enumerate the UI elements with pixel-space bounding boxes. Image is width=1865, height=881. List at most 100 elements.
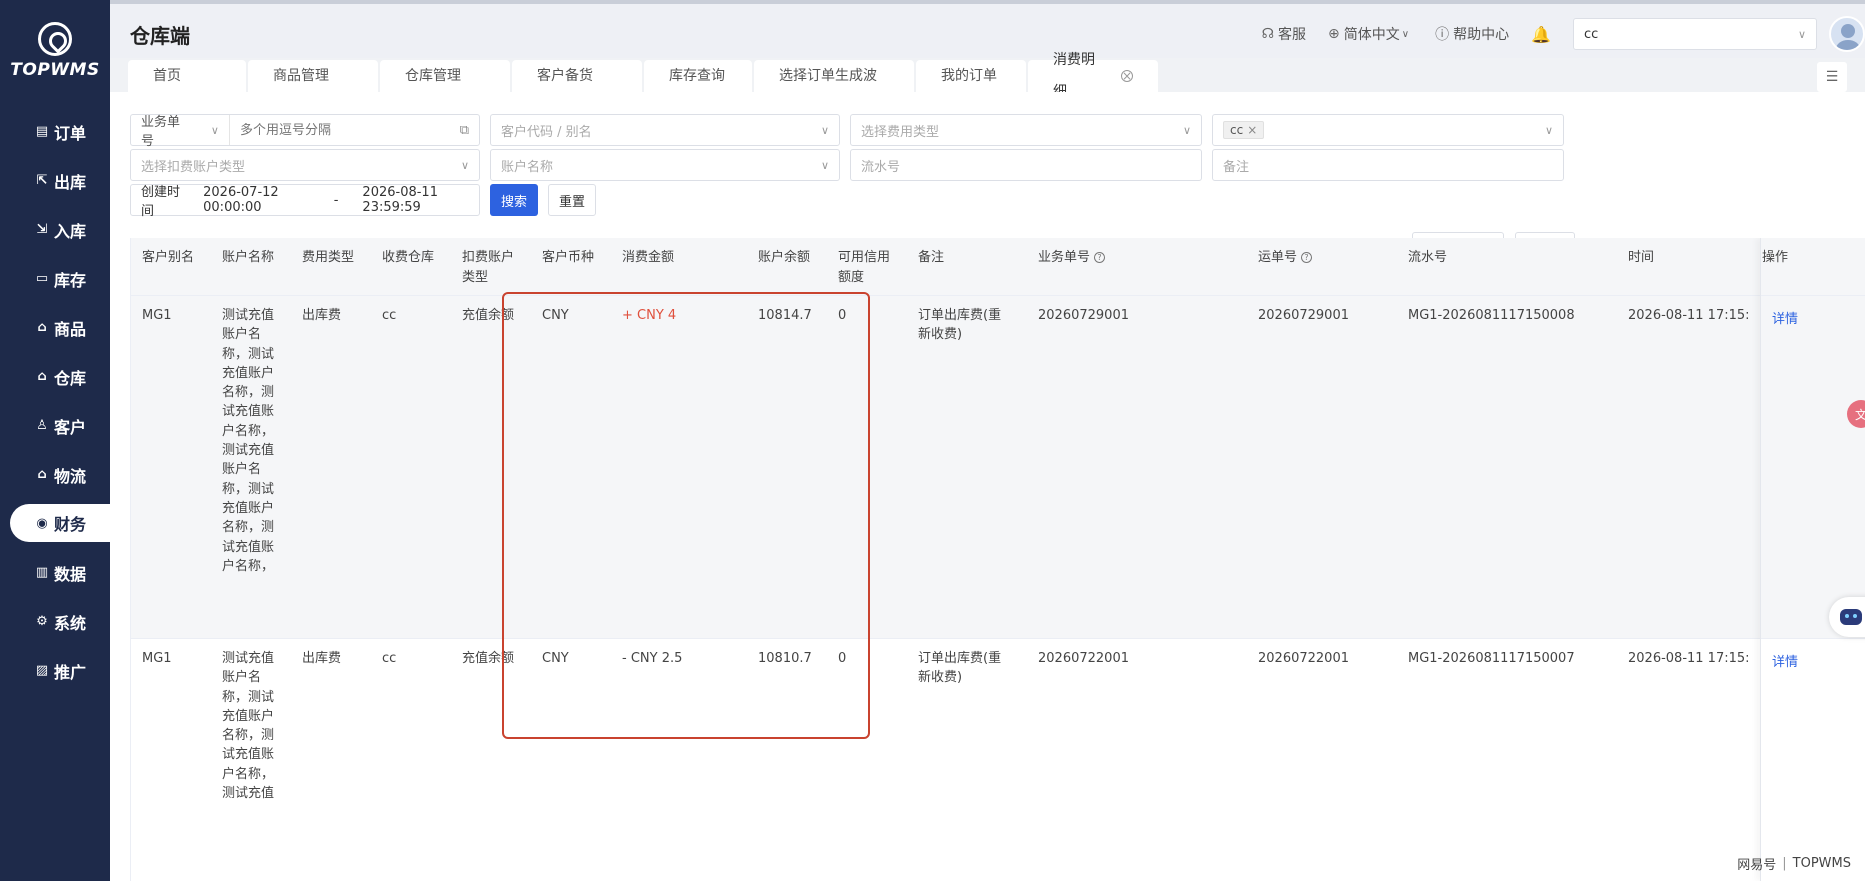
- tag-close-icon[interactable]: ×: [1247, 123, 1257, 137]
- sidebar-item-order[interactable]: ▤ 订单: [0, 107, 110, 156]
- serial-no-input[interactable]: 流水号: [850, 149, 1202, 181]
- close-icon[interactable]: ×: [1121, 70, 1133, 82]
- amount-highlight-box: [502, 292, 870, 739]
- tab-generate-wave[interactable]: 选择订单生成波次: [754, 60, 914, 116]
- sidebar-item-outbound[interactable]: ⇱ 出库: [0, 156, 110, 205]
- cell-charge-warehouse: cc: [382, 651, 397, 666]
- logo-icon: [38, 22, 72, 56]
- language-switcher[interactable]: ⊕ 简体中文 ∨: [1328, 24, 1413, 44]
- cell-time: 2026-08-11 17:15:4: [1628, 308, 1750, 323]
- assistant-robot-icon[interactable]: [1829, 597, 1865, 637]
- col-charge-warehouse: 收费仓库: [382, 250, 435, 265]
- cell-waybill-no: 20260729001: [1258, 308, 1349, 323]
- chevron-down-icon: ∨: [1182, 123, 1191, 137]
- reset-button[interactable]: 重置: [548, 184, 596, 216]
- org-select[interactable]: cc ∨: [1573, 18, 1817, 50]
- data-icon: ▥: [35, 565, 49, 580]
- table-row: MG1 测试充值账户名称，测试充值账户名称，测试充值账户名称，测试充值 出库费 …: [131, 639, 1865, 881]
- sidebar-item-inbound[interactable]: ⇲ 入库: [0, 205, 110, 254]
- created-time-range[interactable]: 创建时间 2026-07-12 00:00:00 - 2026-08-11 23…: [130, 184, 480, 219]
- sidebar-item-label: 出库: [54, 172, 87, 192]
- finance-icon: ◉: [36, 515, 48, 531]
- cell-remark: 订单出库费(重新收费): [918, 308, 1002, 343]
- globe-icon: ⊕: [1328, 26, 1340, 42]
- account-name-placeholder: 账户名称: [501, 159, 554, 175]
- end-time[interactable]: 2026-08-11 23:59:59: [362, 185, 469, 215]
- header-right: ☊ 客服 ⊕ 简体中文 ∨ ⓘ 帮助中心 🔔 cc ∨: [1262, 14, 1865, 54]
- avatar[interactable]: [1829, 16, 1865, 52]
- sidebar-item-label: 客户: [54, 417, 87, 437]
- biz-no-type-select[interactable]: 业务单号 ∨: [141, 115, 230, 149]
- language-label: 简体中文: [1343, 27, 1400, 43]
- customer-select[interactable]: 客户代码 / 别名 ∨: [490, 114, 840, 146]
- cell-fee-type: 出库费: [302, 308, 342, 323]
- tab-warehouse-management[interactable]: 仓库管理: [380, 60, 510, 92]
- sidebar-item-label: 订单: [54, 123, 87, 143]
- search-button[interactable]: 搜索: [490, 184, 538, 216]
- app: TOPWMS ▤ 订单 ⇱ 出库 ⇲ 入库 ▭ 库存 ⌂ 商品 ⌂ 仓库 ♙ 客户 ⌂ 物流 ◉…: [0, 0, 1865, 881]
- start-time[interactable]: 2026-07-12 00:00:00: [203, 185, 310, 215]
- sidebar-item-warehouse[interactable]: ⌂ 仓库: [0, 352, 110, 401]
- cell-fee-type: 出库费: [302, 651, 342, 666]
- system-icon: ⚙: [36, 614, 48, 629]
- tab-home[interactable]: 首页: [128, 60, 246, 92]
- account-name-select[interactable]: 账户名称 ∨: [490, 149, 840, 181]
- help-center-label: 帮助中心: [1453, 27, 1510, 43]
- chevron-down-icon: ∨: [460, 158, 469, 172]
- org-select-value: cc: [1584, 26, 1599, 42]
- deduct-account-type-placeholder: 选择扣费账户类型: [141, 159, 246, 175]
- col-biz-no-label: 业务单号: [1038, 250, 1091, 265]
- headset-icon: ☊: [1261, 26, 1275, 42]
- tab-my-orders[interactable]: 我的订单: [916, 60, 1026, 92]
- sidebar-item-data[interactable]: ▥ 数据: [0, 548, 110, 597]
- col-fee-type: 费用类型: [302, 250, 355, 265]
- paste-icon[interactable]: ⧉: [460, 123, 469, 138]
- warehouse-icon: ⌂: [37, 369, 47, 384]
- sidebar-item-promotion[interactable]: ▨ 推广: [0, 646, 110, 695]
- sidebar-item-label: 系统: [54, 613, 87, 633]
- sidebar-item-label: 物流: [54, 466, 87, 486]
- tab-inventory-query[interactable]: 库存查询: [644, 60, 752, 92]
- watermark: 网易号 | TOPWMS: [1737, 854, 1851, 873]
- help-icon[interactable]: ?: [1094, 252, 1106, 263]
- tab-consumption-detail[interactable]: 消费明细×: [1028, 52, 1158, 100]
- biz-no-input[interactable]: [239, 122, 460, 138]
- col-remark: 备注: [918, 250, 945, 265]
- sidebar-item-finance[interactable]: ◉ 财务: [10, 504, 110, 542]
- sidebar-item-system[interactable]: ⚙ 系统: [0, 597, 110, 646]
- col-biz-no: 业务单号?: [1038, 248, 1106, 268]
- chevron-down-icon: ∨: [1544, 123, 1553, 137]
- cell-charge-warehouse: cc: [382, 308, 397, 323]
- sidebar-item-inventory[interactable]: ▭ 库存: [0, 254, 110, 303]
- cell-serial-no: MG1-2026081117150007: [1408, 651, 1575, 666]
- inbound-icon: ⇲: [36, 222, 48, 237]
- cell-customer-alias: MG1: [142, 651, 172, 666]
- customer-service-link[interactable]: ☊ 客服: [1262, 24, 1306, 44]
- sidebar-item-label: 库存: [54, 270, 87, 290]
- customer-placeholder: 客户代码 / 别名: [501, 124, 592, 140]
- logo[interactable]: TOPWMS: [0, 22, 110, 80]
- col-time: 时间: [1628, 250, 1655, 265]
- warehouse-multiselect[interactable]: cc × ∨: [1212, 114, 1564, 146]
- page-title: 仓库端: [130, 24, 190, 48]
- tab-bar: 首页 商品管理 仓库管理 客户备货 库存查询 选择订单生成波次 我的订单 消费明…: [128, 52, 1160, 116]
- goods-icon: ⌂: [37, 320, 47, 335]
- deduct-account-type-select[interactable]: 选择扣费账户类型 ∨: [130, 149, 480, 181]
- bell-icon[interactable]: 🔔: [1531, 25, 1551, 44]
- header: 仓库端 ☊ 客服 ⊕ 简体中文 ∨ ⓘ 帮助中心 🔔 cc ∨: [110, 0, 1865, 58]
- cell-serial-no: MG1-2026081117150008: [1408, 308, 1575, 323]
- tab-customer-stock[interactable]: 客户备货: [512, 60, 642, 92]
- sidebar-item-goods[interactable]: ⌂ 商品: [0, 303, 110, 352]
- sidebar-item-customer[interactable]: ♙ 客户: [0, 401, 110, 450]
- tab-goods-management[interactable]: 商品管理: [248, 60, 378, 92]
- fee-type-select[interactable]: 选择费用类型 ∨: [850, 114, 1202, 146]
- remark-input[interactable]: 备注: [1212, 149, 1564, 181]
- sidebar-item-logistics[interactable]: ⌂ 物流: [0, 450, 110, 499]
- menu-icon[interactable]: ☰: [1817, 62, 1847, 92]
- help-icon[interactable]: ?: [1301, 252, 1313, 263]
- col-customer-currency: 客户币种: [542, 250, 595, 265]
- help-center-link[interactable]: ⓘ 帮助中心: [1435, 24, 1509, 44]
- chevron-down-icon: ∨: [210, 123, 219, 137]
- col-account-balance: 账户余额: [758, 250, 811, 265]
- cell-account-name: 测试充值账户名称，测试充值账户名称，测试充值账户名称，测试充值: [222, 651, 275, 802]
